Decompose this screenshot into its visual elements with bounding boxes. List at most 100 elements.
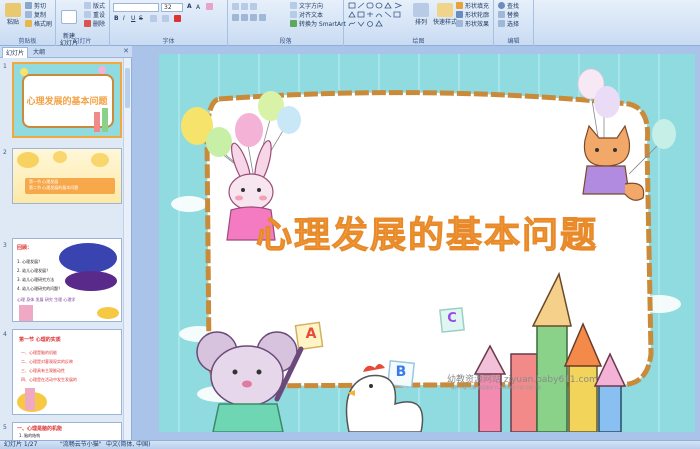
thumb-tower <box>102 108 108 132</box>
slide-number: 4 <box>3 331 7 338</box>
font-size-combo[interactable]: 32 <box>161 3 183 12</box>
scissors-icon <box>25 2 32 9</box>
spacing-icon <box>150 15 157 22</box>
delete-icon <box>84 20 91 27</box>
slide-thumbnail-5[interactable]: 一、心理是脑的机能 1. 脑的结构 <box>12 422 122 440</box>
thumb-bubble <box>65 271 117 291</box>
find-button[interactable]: 查找 <box>498 2 519 11</box>
thumb-subheading: 1. 脑的结构 <box>19 433 41 438</box>
slide-count: 幻灯片 1/27 <box>4 441 38 448</box>
shape-outline-button[interactable]: 形状轮廓 <box>456 11 489 20</box>
align-text-button[interactable]: 对齐文本 <box>290 11 323 20</box>
tab-outline[interactable]: 大纲 <box>30 47 48 58</box>
close-panel-icon[interactable]: ✕ <box>123 47 129 55</box>
font-group-label: 字体 <box>162 38 175 45</box>
smartart-button[interactable]: 转换为 SmartArt <box>290 20 346 29</box>
paragraph-group-label: 段落 <box>279 38 292 45</box>
font-group: 32 A A B I U S 字体 <box>110 0 228 46</box>
font-color-button[interactable] <box>174 15 183 24</box>
thumb-footer: 心理 身体 发展 研究 生理 心理学 <box>17 297 76 302</box>
tab-slides[interactable]: 幻灯片 <box>2 47 29 58</box>
drawing-group: 排列 快速样式 形状填充 形状轮廓 形状效果 绘图 <box>344 0 494 46</box>
layout-button[interactable]: 版式 <box>84 2 105 11</box>
italic-button[interactable]: I <box>123 15 125 23</box>
mouse-illustration <box>196 331 304 432</box>
reset-button[interactable]: 重设 <box>84 11 105 20</box>
drawing-group-label: 绘图 <box>412 38 425 45</box>
grow-font-button[interactable]: A <box>187 3 192 11</box>
paste-icon <box>5 3 21 17</box>
bold-button[interactable]: B <box>114 15 119 23</box>
case-button[interactable] <box>162 15 171 24</box>
thumb-heading: 回顾： <box>17 245 33 251</box>
layout-icon <box>84 2 91 9</box>
replace-button[interactable]: 替换 <box>498 11 519 20</box>
delete-slide-button[interactable]: 删除 <box>84 20 105 29</box>
balloon <box>594 86 620 118</box>
underline-button[interactable]: U <box>131 15 135 23</box>
balloon <box>277 106 301 134</box>
thumb-flower <box>91 153 109 167</box>
align-buttons[interactable] <box>232 14 268 23</box>
shrink-font-button[interactable]: A <box>196 4 200 12</box>
brush-icon <box>25 20 32 27</box>
align-center-icon <box>241 14 248 21</box>
scroll-thumb[interactable] <box>125 68 130 108</box>
thumb-flower <box>53 151 67 163</box>
select-button[interactable]: 选择 <box>498 20 519 29</box>
thumb-castle <box>25 388 35 410</box>
watermark-subtext: 课件下载 儿歌 教案素材 FLASH课件下载 试卷下载 <box>451 385 541 390</box>
panel-scrollbar[interactable] <box>123 58 131 440</box>
slide-editing-area: 心理发展的基本问题 A B C 幼教资源网站 ziyuan.baby611.co… <box>133 46 700 440</box>
slide-thumbnail-3[interactable]: 回顾： 1. 心理发展？ 2. 幼儿心理发展？ 3. 幼儿心理研究方法 4. 幼… <box>12 238 122 322</box>
letter-a: A <box>305 326 317 342</box>
slide-number: 5 <box>3 424 7 431</box>
slide-thumbnail-2[interactable]: 第一节 心理发展 第二节 心理发展的基本问题 <box>12 148 122 204</box>
thumb-castle <box>19 305 33 321</box>
shape-fill-button[interactable]: 形状填充 <box>456 2 489 11</box>
strike-button[interactable]: S <box>139 15 143 23</box>
format-painter-button[interactable]: 格式刷 <box>25 20 52 29</box>
slide-thumbnail-4[interactable]: 第一节 心理的实质 一、心理是脑的机能 二、心理是对客观现实的反映 三、心理具有… <box>12 329 122 415</box>
thumb-title: 心理发展的基本问题 <box>26 97 108 107</box>
thumb-balloon <box>98 66 106 74</box>
replace-icon <box>498 11 505 18</box>
slides-group-label: 幻灯片 <box>73 38 92 45</box>
thumb-list: 1. 心理发展？ 2. 幼儿心理发展？ 3. 幼儿心理研究方法 4. 幼儿心理研… <box>17 259 63 291</box>
copy-icon <box>25 11 32 18</box>
copy-button[interactable]: 复制 <box>25 11 46 20</box>
paragraph-group: 文字方向 对齐文本 转换为 SmartArt 段落 <box>228 0 346 46</box>
slide-thumbnail-1[interactable]: 心理发展的基本问题 <box>12 62 122 138</box>
paste-button[interactable]: 粘贴 <box>2 3 24 26</box>
numbering-icon <box>241 3 248 10</box>
balloon <box>206 127 232 157</box>
case-icon <box>162 15 169 22</box>
slide-number: 3 <box>3 242 7 249</box>
letter-b: B <box>395 364 407 380</box>
reset-icon <box>84 11 91 18</box>
cut-button[interactable]: 剪切 <box>25 2 46 11</box>
shapes-gallery[interactable] <box>348 2 408 28</box>
thumb-flower <box>17 152 39 168</box>
align-text-icon <box>290 11 297 18</box>
arrange-button[interactable]: 排列 <box>410 3 432 26</box>
slide-number: 2 <box>3 149 7 156</box>
current-slide[interactable]: 心理发展的基本问题 A B C 幼教资源网站 ziyuan.baby611.co… <box>159 54 695 432</box>
watermark-text: 幼教资源网站 ziyuan.baby611.com <box>447 375 598 385</box>
ribbon: 粘贴 剪切 复制 格式刷 剪贴板 新建 幻灯片 版式 重设 删除 幻灯片 32 … <box>0 0 700 47</box>
thumb-heading: 第一节 心理的实质 <box>19 337 61 343</box>
font-name-combo[interactable] <box>113 3 159 12</box>
text-direction-button[interactable]: 文字方向 <box>290 2 323 11</box>
slide-title[interactable]: 心理发展的基本问题 <box>159 206 695 258</box>
panel-tabs: 幻灯片 大纲 ✕ <box>0 46 132 58</box>
shape-effects-button[interactable]: 形状效果 <box>456 20 489 29</box>
slide-thumbnail-panel: 幻灯片 大纲 ✕ 1 心理发展的基本问题 2 第一节 心理发展 第二节 心理发展… <box>0 46 132 440</box>
thumb-flower <box>97 307 119 319</box>
spacing-button[interactable] <box>150 15 159 24</box>
clipboard-group-label: 剪贴板 <box>18 38 37 45</box>
indent-icon <box>250 3 257 10</box>
clear-format-button[interactable] <box>206 3 215 12</box>
bullets-button[interactable] <box>232 3 259 12</box>
search-icon <box>498 2 505 9</box>
new-slide-icon <box>61 10 77 24</box>
